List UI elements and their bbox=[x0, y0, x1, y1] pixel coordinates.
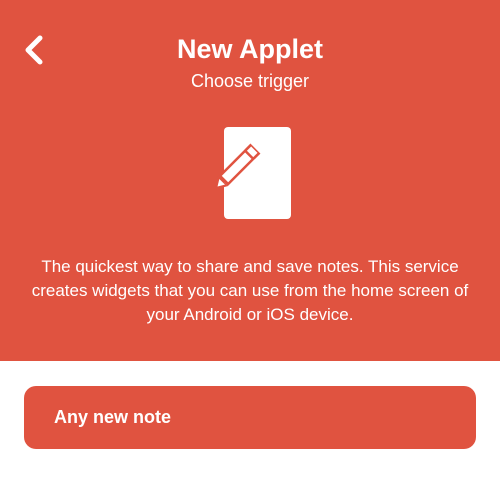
trigger-any-new-note[interactable]: Any new note bbox=[24, 386, 476, 449]
notes-pencil-icon bbox=[207, 127, 293, 219]
page-subtitle: Choose trigger bbox=[190, 71, 310, 91]
trigger-list: Any new note bbox=[24, 386, 476, 449]
service-description: The quickest way to share and save notes… bbox=[31, 257, 469, 324]
page-title: New Applet bbox=[176, 34, 323, 64]
header: New Applet Choose trigger The quickest w… bbox=[0, 0, 500, 361]
